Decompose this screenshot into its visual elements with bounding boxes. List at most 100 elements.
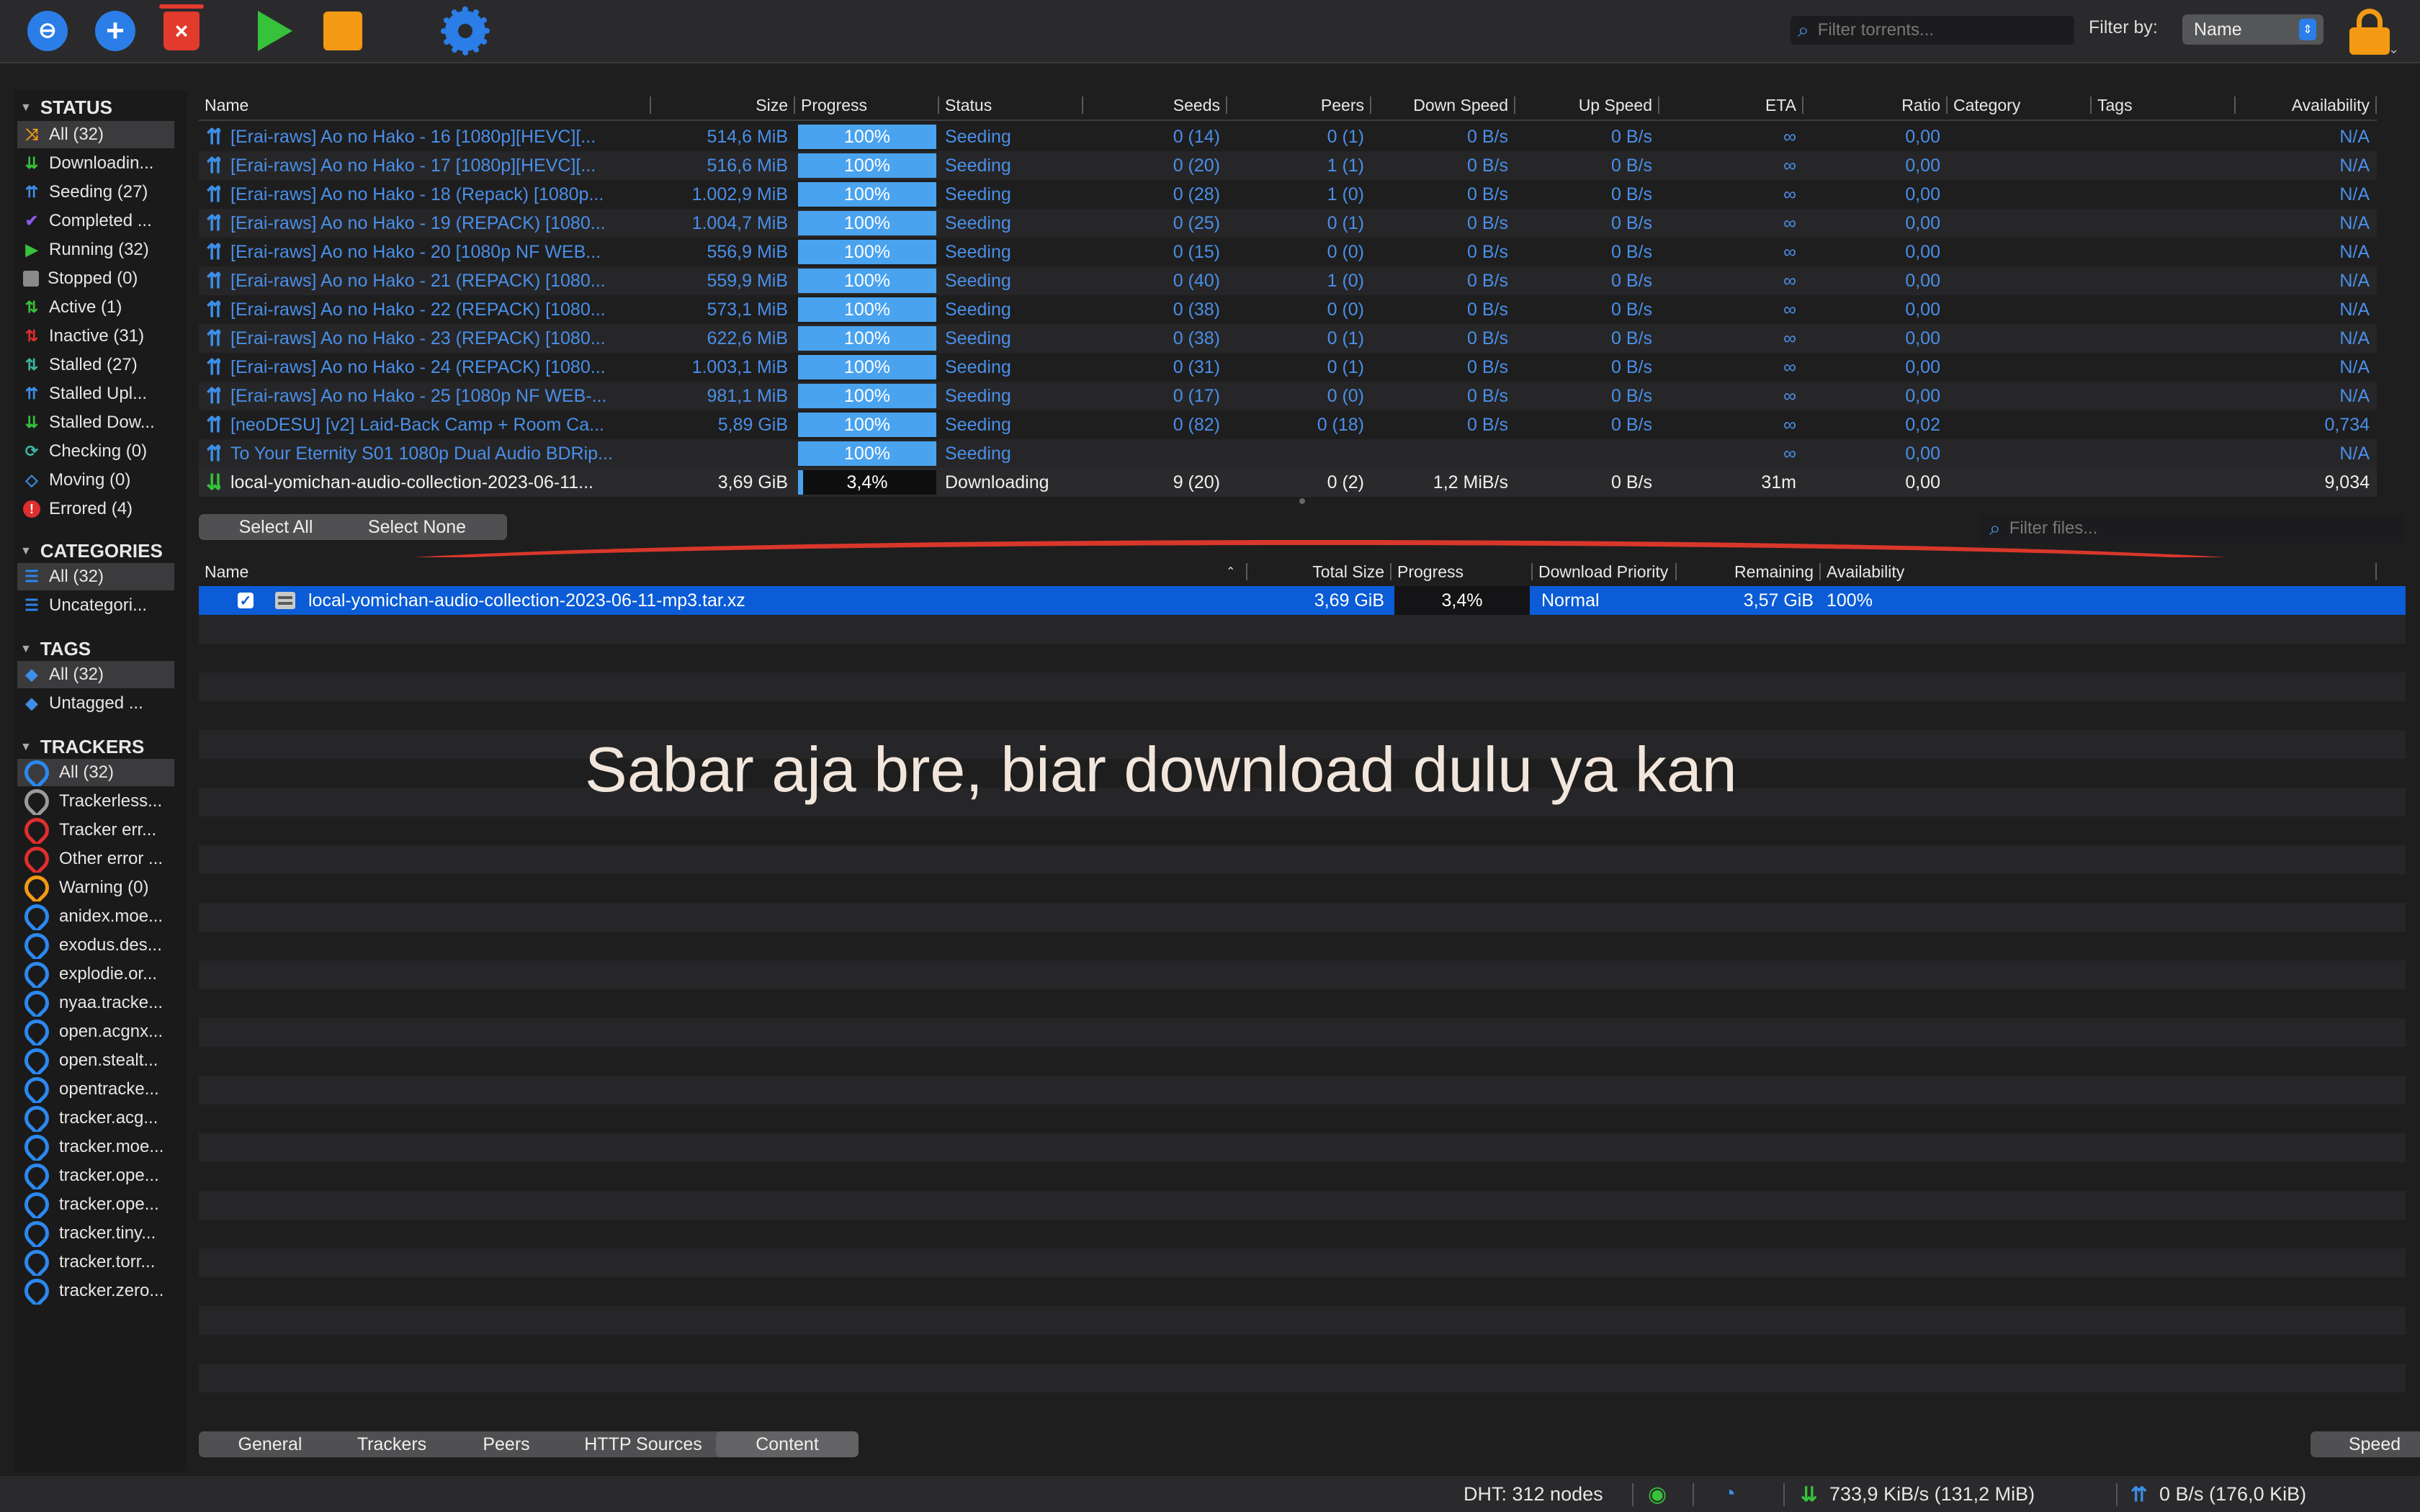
- status-item-stalled-downloading[interactable]: ⇊ Stalled Dow...: [17, 409, 174, 436]
- start-button[interactable]: [249, 6, 301, 56]
- file-priority[interactable]: Normal: [1536, 586, 1677, 615]
- torrent-row[interactable]: ⇈ [Erai-raws] Ao no Hako - 17 [1080p][HEV…: [199, 151, 2377, 180]
- file-column-header-name[interactable]: Name ⌃: [199, 557, 1247, 586]
- torrent-row[interactable]: ⇈ To Your Eternity S01 1080p Dual Audio B…: [199, 439, 2377, 468]
- category-item-uncategorized[interactable]: ☰ Uncategori...: [17, 592, 174, 619]
- tracker-item[interactable]: tracker.tiny...: [17, 1220, 174, 1247]
- column-header-seeds[interactable]: Seeds: [1083, 91, 1227, 120]
- column-header-status[interactable]: Status: [939, 91, 1083, 120]
- column-header-peers[interactable]: Peers: [1227, 91, 1371, 120]
- add-torrent-file-button[interactable]: +: [89, 6, 141, 56]
- tracker-item[interactable]: All (32): [17, 759, 174, 786]
- status-item-seeding[interactable]: ⇈ Seeding (27): [17, 179, 174, 206]
- file-row[interactable]: ✓ local-yomichan-audio-collection-2023-0…: [199, 586, 2406, 615]
- options-button[interactable]: [439, 6, 491, 56]
- tracker-item[interactable]: tracker.zero...: [17, 1277, 174, 1305]
- speed-button[interactable]: Speed: [2311, 1431, 2420, 1457]
- splitter-handle[interactable]: [1299, 498, 1305, 504]
- status-item-downloading[interactable]: ⇊ Downloadin...: [17, 150, 174, 177]
- status-item-checking[interactable]: ⟳ Checking (0): [17, 438, 174, 465]
- torrent-row[interactable]: ⇈ [Erai-raws] Ao no Hako - 25 [1080p NF W…: [199, 382, 2377, 410]
- tab-http-sources[interactable]: HTTP Sources: [544, 1431, 742, 1457]
- file-column-header-remaining[interactable]: Remaining: [1677, 557, 1821, 586]
- tracker-item[interactable]: tracker.moe...: [17, 1133, 174, 1161]
- status-item-stalled[interactable]: ⇅ Stalled (27): [17, 351, 174, 379]
- column-header-category[interactable]: Category: [1948, 91, 2092, 120]
- add-torrent-link-button[interactable]: ⊖: [22, 6, 73, 56]
- status-item-all[interactable]: ⤨ All (32): [17, 121, 174, 148]
- delete-button[interactable]: ×: [156, 4, 207, 56]
- status-item-inactive[interactable]: ⇅ Inactive (31): [17, 323, 174, 350]
- chevron-down-icon[interactable]: ⌄: [2388, 42, 2399, 57]
- torrent-row[interactable]: ⇈ [Erai-raws] Ao no Hako - 20 [1080p NF W…: [199, 238, 2377, 266]
- column-header-availability[interactable]: Availability: [2236, 91, 2377, 120]
- status-item-running[interactable]: ▶ Running (32): [17, 236, 174, 264]
- column-header-name[interactable]: Name: [199, 91, 651, 120]
- torrent-name: [Erai-raws] Ao no Hako - 23 (REPACK) [10…: [230, 328, 606, 348]
- torrent-row[interactable]: ⇈ [Erai-raws] Ao no Hako - 19 (REPACK) [1…: [199, 209, 2377, 238]
- status-item-active[interactable]: ⇅ Active (1): [17, 294, 174, 321]
- status-item-stalled-uploading[interactable]: ⇈ Stalled Upl...: [17, 380, 174, 408]
- tracker-item[interactable]: tracker.torr...: [17, 1248, 174, 1276]
- file-filter[interactable]: ⌕: [1979, 514, 2406, 543]
- tab-content[interactable]: Content: [716, 1431, 859, 1457]
- column-header-eta[interactable]: ETA: [1659, 91, 1803, 120]
- torrent-row[interactable]: ⇈ [neoDESU] [v2] Laid-Back Camp + Room Ca…: [199, 410, 2377, 439]
- tracker-item[interactable]: opentracke...: [17, 1076, 174, 1103]
- tracker-item[interactable]: nyaa.tracke...: [17, 989, 174, 1017]
- tag-item-all[interactable]: ◆ All (32): [17, 661, 174, 688]
- column-header-progress[interactable]: Progress: [795, 91, 939, 120]
- torrent-row[interactable]: ⇈ [Erai-raws] Ao no Hako - 22 (REPACK) [1…: [199, 295, 2377, 324]
- sidebar-section-status[interactable]: ▼ STATUS: [20, 96, 112, 119]
- file-checkbox[interactable]: ✓: [238, 593, 254, 609]
- sidebar-section-trackers[interactable]: ▼ TRACKERS: [20, 736, 144, 758]
- sidebar-section-tags[interactable]: ▼ TAGS: [20, 638, 91, 660]
- torrent-down: [1371, 439, 1515, 468]
- tracker-item[interactable]: anidex.moe...: [17, 903, 174, 930]
- torrent-row[interactable]: ⇈ [Erai-raws] Ao no Hako - 24 (REPACK) [1…: [199, 353, 2377, 382]
- tracker-item[interactable]: Other error ...: [17, 845, 174, 873]
- torrent-name: [Erai-raws] Ao no Hako - 16 [1080p][HEVC…: [230, 126, 596, 147]
- filter-by-select[interactable]: Name ⇕: [2182, 14, 2323, 45]
- tracker-item[interactable]: exodus.des...: [17, 932, 174, 959]
- tracker-item[interactable]: open.stealt...: [17, 1047, 174, 1074]
- status-item-errored[interactable]: ! Errored (4): [17, 495, 174, 523]
- torrent-row[interactable]: ⇈ [Erai-raws] Ao no Hako - 16 [1080p][HEV…: [199, 122, 2377, 151]
- column-header-up-speed[interactable]: Up Speed: [1515, 91, 1659, 120]
- file-filter-input[interactable]: [2007, 518, 2371, 539]
- torrent-row[interactable]: ⇈ [Erai-raws] Ao no Hako - 18 (Repack) [1…: [199, 180, 2377, 209]
- tracker-item[interactable]: tracker.ope...: [17, 1162, 174, 1189]
- column-header-tags[interactable]: Tags: [2092, 91, 2236, 120]
- column-header-size[interactable]: Size: [651, 91, 795, 120]
- tracker-item[interactable]: Warning (0): [17, 874, 174, 901]
- file-column-header-progress[interactable]: Progress: [1392, 557, 1533, 586]
- torrent-row[interactable]: ⇊ local-yomichan-audio-collection-2023-06…: [199, 468, 2377, 497]
- tag-item-untagged[interactable]: ◆ Untagged ...: [17, 690, 174, 717]
- alt-speed-icon[interactable]: ◔: [1723, 1476, 1736, 1512]
- tracker-item[interactable]: Trackerless...: [17, 788, 174, 815]
- column-header-ratio[interactable]: Ratio: [1803, 91, 1948, 120]
- category-item-all[interactable]: ☰ All (32): [17, 563, 174, 590]
- torrent-progress-bar: 100%: [798, 240, 936, 264]
- tracker-item[interactable]: tracker.acg...: [17, 1104, 174, 1132]
- torrent-row[interactable]: ⇈ [Erai-raws] Ao no Hako - 23 (REPACK) [1…: [199, 324, 2377, 353]
- status-item-stopped[interactable]: Stopped (0): [17, 265, 174, 292]
- sidebar-section-categories[interactable]: ▼ CATEGORIES: [20, 540, 163, 562]
- status-item-moving[interactable]: ◇ Moving (0): [17, 467, 174, 494]
- tracker-item[interactable]: explodie.or...: [17, 960, 174, 988]
- torrent-search[interactable]: ⌕: [1791, 16, 2074, 45]
- torrent-search-input[interactable]: [1816, 19, 2057, 41]
- file-column-header-priority[interactable]: Download Priority: [1533, 557, 1677, 586]
- select-none-button[interactable]: Select None: [327, 514, 507, 540]
- file-column-header-availability[interactable]: Availability: [1821, 557, 2377, 586]
- tracker-item[interactable]: open.acgnx...: [17, 1018, 174, 1045]
- tracker-item[interactable]: Tracker err...: [17, 816, 174, 844]
- column-header-down-speed[interactable]: Down Speed: [1371, 91, 1515, 120]
- status-item-completed[interactable]: ✔ Completed ...: [17, 207, 174, 235]
- connection-status-icon[interactable]: ◉: [1648, 1476, 1667, 1512]
- file-column-header-total-size[interactable]: Total Size: [1247, 557, 1392, 586]
- torrent-row[interactable]: ⇈ [Erai-raws] Ao no Hako - 21 (REPACK) [1…: [199, 266, 2377, 295]
- tracker-item[interactable]: tracker.ope...: [17, 1191, 174, 1218]
- lock-icon[interactable]: [2349, 9, 2390, 55]
- stop-button[interactable]: [317, 6, 369, 56]
